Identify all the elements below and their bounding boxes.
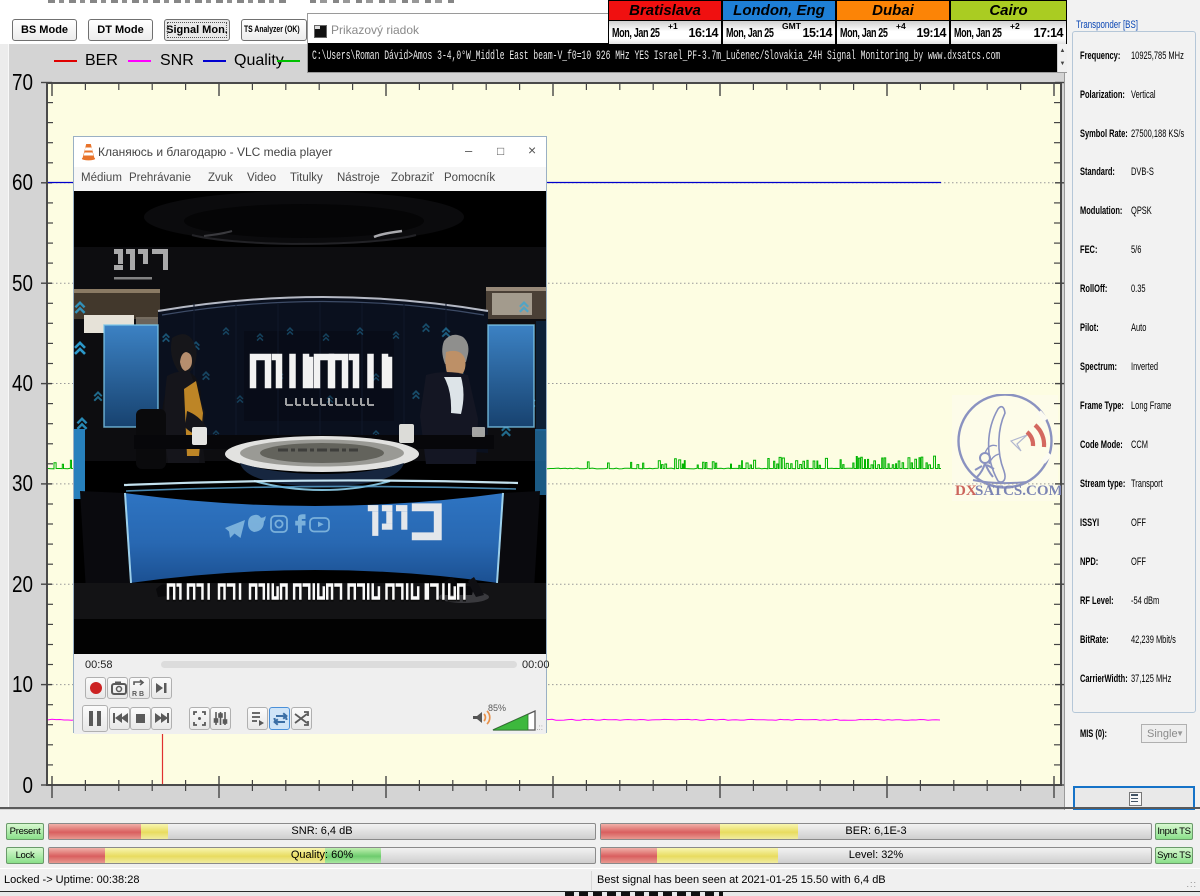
svg-text:B: B: [139, 691, 144, 698]
svg-text:R: R: [132, 691, 137, 698]
svg-text:85%: 85%: [488, 703, 506, 713]
